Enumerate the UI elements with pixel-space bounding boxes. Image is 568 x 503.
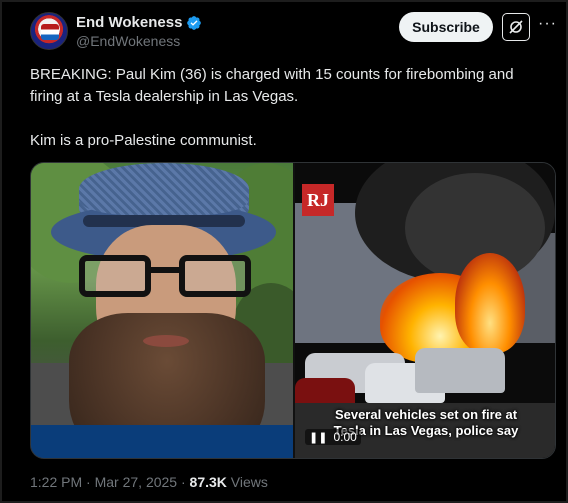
more-options-icon[interactable]: ··· <box>538 15 557 33</box>
separator: · <box>180 474 186 490</box>
pause-icon[interactable]: ❚❚ <box>309 431 327 444</box>
avatar[interactable] <box>30 12 68 50</box>
caption-line: Several vehicles set on fire at <box>334 407 518 422</box>
author-handle[interactable]: @EndWokeness <box>76 33 180 49</box>
verified-badge-icon <box>186 15 202 31</box>
tweet-paragraph: Kim is a pro-Palestine communist. <box>30 132 257 149</box>
grok-icon <box>509 20 523 34</box>
post-date[interactable]: Mar 27, 2025 <box>95 474 178 490</box>
portrait-photo[interactable] <box>31 163 293 458</box>
display-name[interactable]: End Wokeness <box>76 14 182 31</box>
subscribe-button[interactable]: Subscribe <box>399 12 493 42</box>
tweet-card: End Wokeness @EndWokeness Subscribe ··· … <box>0 0 568 503</box>
views-label: Views <box>230 474 268 490</box>
separator: · <box>86 474 91 490</box>
tweet-text: BREAKING: Paul Kim (36) is charged with … <box>30 64 550 174</box>
news-logo: RJ <box>302 184 334 216</box>
media-grid: RJ Several vehicles set on fire at Tesla… <box>30 162 556 459</box>
grok-button[interactable] <box>502 13 530 41</box>
tweet-paragraph: BREAKING: Paul Kim (36) is charged with … <box>30 66 514 105</box>
post-time[interactable]: 1:22 PM <box>30 474 82 490</box>
tweet-meta: 1:22 PM · Mar 27, 2025 · 87.3K Views <box>30 474 268 490</box>
video-controls[interactable]: ❚❚ 0:00 <box>305 429 361 445</box>
views-count[interactable]: 87.3K <box>190 474 227 490</box>
news-video[interactable]: RJ Several vehicles set on fire at Tesla… <box>295 163 555 458</box>
author-name-row[interactable]: End Wokeness <box>76 14 202 31</box>
video-time: 0:00 <box>333 430 357 444</box>
